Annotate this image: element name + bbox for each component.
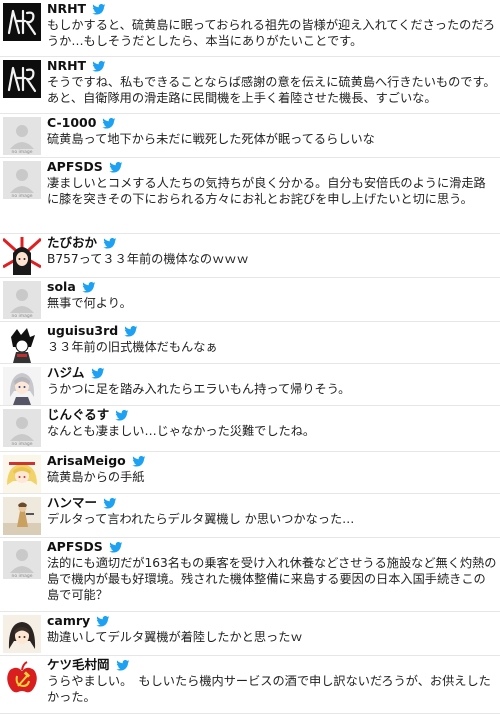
avatar[interactable]: no image — [3, 161, 41, 199]
twitter-bird-icon[interactable] — [124, 325, 138, 337]
twitter-bird-icon[interactable] — [109, 161, 123, 173]
user-name[interactable]: ハジム — [47, 365, 85, 381]
tweet-header: じんぐるす — [47, 407, 129, 423]
tweet-text: 凄ましいとコメする人たちの気持ちが良く分かる。自分も安倍氏のように滑走路に膝を突… — [47, 176, 486, 206]
twitter-bird-icon[interactable] — [90, 367, 105, 379]
tweet-item: NRHT そうですね、私もできることならば感謝の意を伝えに硫黄島へ行きたいものです… — [0, 57, 500, 114]
tweet-text: 硫黄島って地下から未だに戦死した死体が眠ってるらしいな — [47, 132, 375, 146]
twitter-bird-icon[interactable] — [92, 60, 106, 72]
tweet-item: no image C-1000 硫黄島って地下から未だに戦死した死体が眠ってるらしい… — [0, 114, 500, 158]
avatar[interactable] — [3, 659, 41, 697]
twitter-bird-icon[interactable] — [82, 281, 96, 293]
tweet-text: うかつに足を踏み入れたらエラいもん持って帰りそう。 — [47, 382, 351, 396]
user-name[interactable]: たびおか — [47, 235, 97, 251]
tweet-header: ハンマー — [47, 495, 117, 511]
twitter-bird-icon[interactable] — [132, 455, 146, 467]
tweet-header: NRHT — [47, 1, 106, 17]
avatar[interactable] — [3, 497, 41, 535]
avatar[interactable] — [3, 325, 41, 363]
avatar[interactable] — [3, 3, 41, 41]
svg-text:no image: no image — [11, 149, 32, 155]
tweet-item: no image じんぐるす なんとも凄ましい…じゃなかった災難でしたね。 — [0, 406, 500, 452]
avatar[interactable]: no image — [3, 409, 41, 447]
tweet-header: C-1000 — [47, 115, 116, 131]
svg-text:no image: no image — [11, 313, 32, 319]
tweet-item: uguisu3rd ３３年前の旧式機体だもんなぁ — [0, 322, 500, 364]
avatar[interactable] — [3, 237, 41, 275]
tweet-header: camry — [47, 613, 110, 629]
user-name[interactable]: uguisu3rd — [47, 323, 118, 339]
twitter-bird-icon[interactable] — [102, 117, 116, 129]
avatar[interactable]: no image — [3, 541, 41, 579]
tweet-text: なんとも凄ましい…じゃなかった災難でしたね。 — [47, 424, 316, 438]
user-name[interactable]: camry — [47, 613, 90, 629]
user-name[interactable]: NRHT — [47, 1, 86, 17]
tweet-text: 法的にも適切だが163名もの乗客を受け入れ休養などさせうる施設など無く灼熱の島で… — [47, 556, 497, 602]
twitter-bird-icon[interactable] — [103, 497, 117, 509]
user-name[interactable]: ケツ毛村岡 — [47, 657, 110, 673]
tweet-header: APFSDS — [47, 539, 123, 555]
twitter-bird-icon[interactable] — [109, 541, 123, 553]
tweet-text: 硫黄島からの手紙 — [47, 470, 145, 484]
tweet-header: uguisu3rd — [47, 323, 138, 339]
tweet-header: NRHT — [47, 58, 106, 74]
tweet-item: ケツ毛村岡 うらやましい。 もしいたら機内サービスの酒で申し訳ないだろうが、お供え… — [0, 656, 500, 714]
twitter-bird-icon[interactable] — [92, 3, 106, 15]
avatar[interactable] — [3, 455, 41, 493]
tweet-header: sola — [47, 279, 96, 295]
tweet-item: camry 勘違いしてデルタ翼機が着陸したかと思ったｗ — [0, 612, 500, 656]
tweet-text: ３３年前の旧式機体だもんなぁ — [47, 340, 218, 354]
user-name[interactable]: C-1000 — [47, 115, 96, 131]
tweet-item: ArisaMeigo 硫黄島からの手紙 — [0, 452, 500, 494]
tweet-text: 勘違いしてデルタ翼機が着陸したかと思ったｗ — [47, 630, 303, 644]
tweet-header: たびおか — [47, 235, 117, 251]
tweet-header: ハジム — [47, 365, 105, 381]
tweet-text: そうですね、私もできることならば感謝の意を伝えに硫黄島へ行きたいものです。あと、… — [47, 75, 496, 105]
svg-text:no image: no image — [11, 573, 32, 579]
tweet-text: うらやましい。 もしいたら機内サービスの酒で申し訳ないだろうが、お供えしたかった… — [47, 674, 491, 704]
tweet-header: ケツ毛村岡 — [47, 657, 130, 673]
user-name[interactable]: sola — [47, 279, 76, 295]
tweet-item: no image APFSDS 凄ましいとコメする人たちの気持ちが良く分かる。自分も… — [0, 158, 500, 234]
user-name[interactable]: ハンマー — [47, 495, 97, 511]
tweet-text: デルタって言われたらデルタ翼機し か思いつかなった… — [47, 512, 355, 526]
tweet-text: B757って３３年前の機体なのｗｗｗ — [47, 252, 249, 266]
tweet-text: 無事で何より。 — [47, 296, 132, 310]
avatar[interactable]: no image — [3, 117, 41, 155]
tweet-item: NRHT もしかすると、硫黄島に眠っておられる祖先の皆様が迎え入れてくださったのだ… — [0, 0, 500, 57]
avatar[interactable] — [3, 60, 41, 98]
tweet-text: もしかすると、硫黄島に眠っておられる祖先の皆様が迎え入れてくださったのだろうか…… — [47, 18, 496, 48]
tweet-item: ハジム うかつに足を踏み入れたらエラいもん持って帰りそう。 — [0, 364, 500, 406]
tweet-item: ハンマー デルタって言われたらデルタ翼機し か思いつかなった… — [0, 494, 500, 538]
twitter-bird-icon[interactable] — [115, 409, 129, 421]
avatar[interactable] — [3, 367, 41, 405]
twitter-bird-icon[interactable] — [96, 615, 110, 627]
user-name[interactable]: じんぐるす — [47, 407, 109, 423]
tweet-header: APFSDS — [47, 159, 123, 175]
user-name[interactable]: NRHT — [47, 58, 86, 74]
twitter-bird-icon[interactable] — [115, 659, 130, 671]
svg-text:no image: no image — [11, 441, 32, 447]
tweet-item: no image sola 無事で何より。 — [0, 278, 500, 322]
tweet-header: ArisaMeigo — [47, 453, 146, 469]
avatar[interactable]: no image — [3, 281, 41, 319]
svg-text:no image: no image — [11, 193, 32, 199]
tweet-item: たびおか B757って３３年前の機体なのｗｗｗ — [0, 234, 500, 278]
twitter-bird-icon[interactable] — [103, 237, 117, 249]
user-name[interactable]: APFSDS — [47, 159, 103, 175]
avatar[interactable] — [3, 615, 41, 653]
user-name[interactable]: ArisaMeigo — [47, 453, 126, 469]
user-name[interactable]: APFSDS — [47, 539, 103, 555]
tweet-item: no image APFSDS 法的にも適切だが163名もの乗客を受け入れ休養などさ… — [0, 538, 500, 612]
